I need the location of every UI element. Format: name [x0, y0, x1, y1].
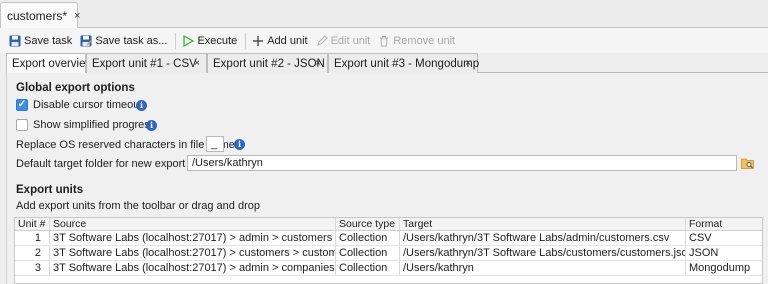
save-task-as-button[interactable]: Save task as...: [77, 31, 170, 51]
plus-icon: [252, 35, 264, 47]
default-folder-input[interactable]: /Users/kathryn: [187, 155, 737, 171]
table-row[interactable]: 2 3T Software Labs (localhost:27017) > c…: [15, 246, 762, 261]
table-header: Unit # Source Source type Target Format: [15, 218, 762, 231]
cell-source-type: Collection: [336, 231, 400, 245]
tab-export-unit-2[interactable]: Export unit #2 - JSON ×: [207, 53, 328, 73]
export-units-table: Unit # Source Source type Target Format …: [14, 217, 763, 284]
folder-browse-icon[interactable]: [741, 157, 755, 170]
export-overview-panel: Global export options ✓ Disable cursor t…: [6, 73, 768, 284]
cell-format: CSV: [689, 232, 712, 244]
info-icon[interactable]: i: [234, 139, 245, 150]
toolbar: Save task Save task as... Execute Add un…: [0, 28, 768, 53]
export-tabs: Export overview Export unit #1 - CSV × E…: [6, 53, 768, 74]
show-simplified-progress-checkbox[interactable]: [16, 119, 28, 131]
table-row[interactable]: 3 3T Software Labs (localhost:27017) > a…: [15, 261, 762, 276]
cell-format: JSON: [689, 247, 719, 259]
column-header-unit[interactable]: Unit #: [15, 218, 50, 230]
remove-unit-button[interactable]: Remove unit: [375, 31, 458, 51]
replace-os-chars-input[interactable]: _: [206, 136, 224, 152]
toolbar-divider: [245, 32, 247, 49]
close-icon[interactable]: ×: [194, 58, 200, 69]
global-options-title: Global export options: [16, 82, 135, 94]
save-icon: [9, 35, 21, 47]
execute-label: Execute: [197, 34, 238, 47]
tab-export-unit-1[interactable]: Export unit #1 - CSV ×: [86, 53, 207, 73]
add-unit-button[interactable]: Add unit: [249, 31, 310, 51]
cell-source: 3T Software Labs (localhost:27017) > adm…: [50, 261, 336, 275]
info-icon[interactable]: i: [136, 100, 147, 111]
cell-format: Mongodump: [689, 262, 751, 274]
save-task-label: Save task: [24, 34, 73, 47]
add-unit-label: Add unit: [267, 34, 308, 47]
info-icon[interactable]: i: [146, 120, 157, 131]
execute-button[interactable]: Execute: [179, 31, 240, 51]
save-task-as-label: Save task as...: [95, 34, 168, 47]
default-folder-label: Default target folder for new export uni…: [16, 158, 215, 170]
tab-export-unit-3[interactable]: Export unit #3 - Mongodump ×: [328, 53, 480, 73]
editor-tab-customers[interactable]: customers* ×: [0, 2, 80, 28]
editor-tab-label: customers*: [7, 8, 68, 23]
export-units-hint: Add export units from the toolbar or dra…: [16, 200, 260, 212]
play-icon: [182, 34, 195, 47]
column-header-source-type[interactable]: Source type: [336, 218, 400, 230]
cell-unit: 2: [15, 246, 50, 260]
close-icon[interactable]: ×: [315, 58, 321, 69]
edit-unit-button[interactable]: Edit unit: [313, 31, 374, 51]
close-icon[interactable]: ×: [465, 58, 471, 69]
close-icon[interactable]: ×: [74, 10, 80, 22]
save-as-icon: [80, 35, 92, 47]
table-row[interactable]: 1 3T Software Labs (localhost:27017) > a…: [15, 231, 762, 246]
cell-target: /Users/kathryn/3T Software Labs/customer…: [400, 246, 686, 260]
pencil-icon: [316, 34, 328, 47]
tab-label: Export unit #1 - CSV: [92, 57, 197, 70]
tab-label: Export unit #3 - Mongodump: [334, 57, 480, 70]
cell-source: 3T Software Labs (localhost:27017) > cus…: [50, 246, 336, 260]
cell-unit: 3: [15, 261, 50, 275]
disable-cursor-timeout-checkbox[interactable]: ✓: [16, 99, 28, 111]
cell-source-type: Collection: [336, 246, 400, 260]
trash-icon: [378, 35, 390, 47]
disable-cursor-timeout-label: Disable cursor timeout: [33, 99, 143, 111]
cell-unit: 1: [15, 231, 50, 245]
edit-unit-label: Edit unit: [330, 34, 371, 47]
column-header-format[interactable]: Format: [686, 218, 762, 230]
cell-source-type: Collection: [336, 261, 400, 275]
export-units-title: Export units: [16, 184, 84, 196]
toolbar-divider: [175, 32, 177, 49]
save-task-button[interactable]: Save task: [6, 31, 75, 51]
remove-unit-label: Remove unit: [393, 34, 456, 47]
cell-source: 3T Software Labs (localhost:27017) > adm…: [50, 231, 336, 245]
tab-export-overview[interactable]: Export overview: [6, 53, 94, 74]
editor-tab-strip: customers* ×: [0, 0, 768, 28]
cell-target: /Users/kathryn/3T Software Labs/admin/cu…: [400, 231, 686, 245]
tab-label: Export unit #2 - JSON: [213, 57, 325, 70]
tab-label: Export overview: [12, 58, 94, 70]
cell-target: /Users/kathryn: [400, 261, 686, 275]
column-header-source[interactable]: Source: [50, 218, 336, 230]
show-simplified-progress-label: Show simplified progress: [33, 119, 156, 131]
column-header-target[interactable]: Target: [400, 218, 686, 230]
